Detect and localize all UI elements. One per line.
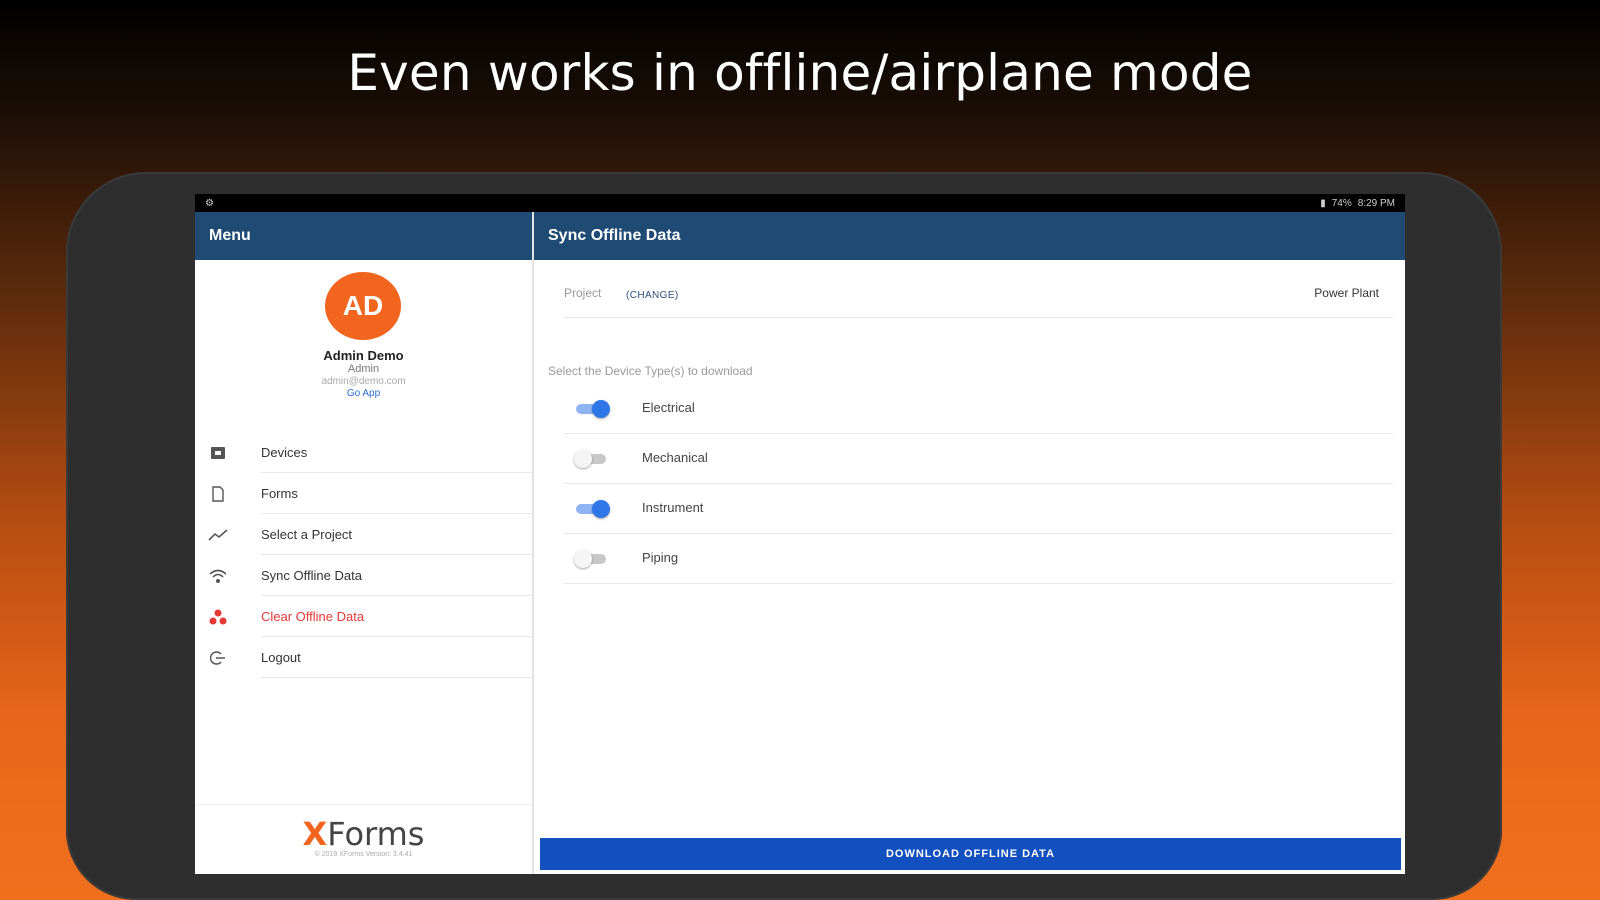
settings-icon: ⚙ bbox=[205, 197, 214, 209]
logo-x: X bbox=[302, 815, 328, 853]
toggle-thumb bbox=[574, 550, 592, 568]
download-offline-data-button[interactable]: DOWNLOAD OFFLINE DATA bbox=[540, 838, 1401, 870]
change-project-button[interactable]: (CHANGE) bbox=[626, 290, 679, 301]
sidebar-item-label: Forms bbox=[261, 486, 298, 501]
menu-divider bbox=[261, 677, 532, 678]
device-type-row: Piping bbox=[564, 534, 1393, 584]
app-screen: ⚙ ▮ 74% 8:29 PM Menu Sync Offline Data A… bbox=[195, 194, 1405, 874]
forms-icon bbox=[207, 483, 229, 505]
user-role: Admin bbox=[347, 363, 380, 375]
mechanical-toggle[interactable] bbox=[574, 450, 608, 468]
logo-text: Forms bbox=[327, 815, 425, 853]
user-email: admin@demo.com bbox=[321, 376, 406, 387]
project-icon bbox=[207, 524, 229, 546]
status-time: 8:29 PM bbox=[1357, 197, 1395, 209]
sidebar-item-forms[interactable]: Forms bbox=[195, 473, 532, 514]
device-type-row: Instrument bbox=[564, 484, 1393, 534]
device-type-prompt: Select the Device Type(s) to download bbox=[548, 364, 753, 378]
device-type-row: Electrical bbox=[564, 384, 1393, 434]
sidebar-item-label: Sync Offline Data bbox=[261, 568, 362, 583]
sidebar-item-sync-offline[interactable]: Sync Offline Data bbox=[195, 555, 532, 596]
page-title: Sync Offline Data bbox=[548, 227, 681, 244]
promo-headline: Even works in offline/airplane mode bbox=[347, 44, 1253, 102]
avatar[interactable]: AD bbox=[325, 272, 401, 340]
device-type-row: Mechanical bbox=[564, 434, 1393, 484]
logout-icon bbox=[207, 647, 229, 669]
page-header: Sync Offline Data bbox=[534, 212, 1405, 260]
main-content: Project (CHANGE) Power Plant Select the … bbox=[534, 260, 1405, 874]
project-value: Power Plant bbox=[1314, 286, 1379, 300]
status-indicators: ▮ 74% 8:29 PM bbox=[1320, 198, 1395, 209]
menu-title: Menu bbox=[209, 227, 251, 244]
sidebar-item-logout[interactable]: Logout bbox=[195, 637, 532, 678]
sidebar-item-label: Clear Offline Data bbox=[261, 609, 365, 624]
piping-toggle[interactable] bbox=[574, 550, 608, 568]
battery-level: 74% bbox=[1331, 197, 1352, 209]
menu-header: Menu bbox=[195, 212, 532, 260]
project-label: Project bbox=[564, 286, 602, 300]
instrument-toggle[interactable] bbox=[574, 500, 610, 518]
wifi-sync-icon bbox=[207, 565, 229, 587]
brand-footer: XForms © 2019 XForms Version: 3.4.41 bbox=[195, 804, 532, 874]
device-type-list: Electrical Mechanical Instrument Piping bbox=[564, 384, 1393, 584]
sidebar-item-label: Select a Project bbox=[261, 527, 353, 542]
sidebar: AD Admin Demo Admin admin@demo.com Go Ap… bbox=[195, 260, 532, 874]
toggle-thumb bbox=[574, 450, 592, 468]
sidebar-menu: Devices Forms Select a Project Sync Offl… bbox=[195, 432, 532, 678]
go-app-link[interactable]: Go App bbox=[195, 388, 532, 399]
clear-icon bbox=[207, 606, 229, 628]
sidebar-item-label: Logout bbox=[261, 650, 301, 665]
sidebar-item-devices[interactable]: Devices bbox=[195, 432, 532, 473]
electrical-toggle[interactable] bbox=[574, 400, 610, 418]
device-type-label: Instrument bbox=[642, 500, 704, 515]
device-type-label: Electrical bbox=[642, 400, 695, 415]
project-row: Project (CHANGE) Power Plant bbox=[564, 282, 1393, 318]
toggle-thumb bbox=[592, 500, 610, 518]
battery-icon: ▮ bbox=[1320, 197, 1326, 209]
device-type-label: Piping bbox=[642, 550, 679, 565]
xforms-logo: XForms bbox=[195, 815, 532, 853]
sidebar-item-label: Devices bbox=[261, 445, 308, 460]
status-bar: ⚙ ▮ 74% 8:29 PM bbox=[195, 194, 1405, 212]
sidebar-item-select-project[interactable]: Select a Project bbox=[195, 514, 532, 555]
device-type-label: Mechanical bbox=[642, 450, 708, 465]
toggle-thumb bbox=[592, 400, 610, 418]
sidebar-item-clear-offline[interactable]: Clear Offline Data bbox=[195, 596, 532, 637]
copyright-text: © 2019 XForms Version: 3.4.41 bbox=[314, 851, 413, 858]
user-name: Admin Demo bbox=[323, 348, 404, 363]
devices-icon bbox=[207, 442, 229, 464]
